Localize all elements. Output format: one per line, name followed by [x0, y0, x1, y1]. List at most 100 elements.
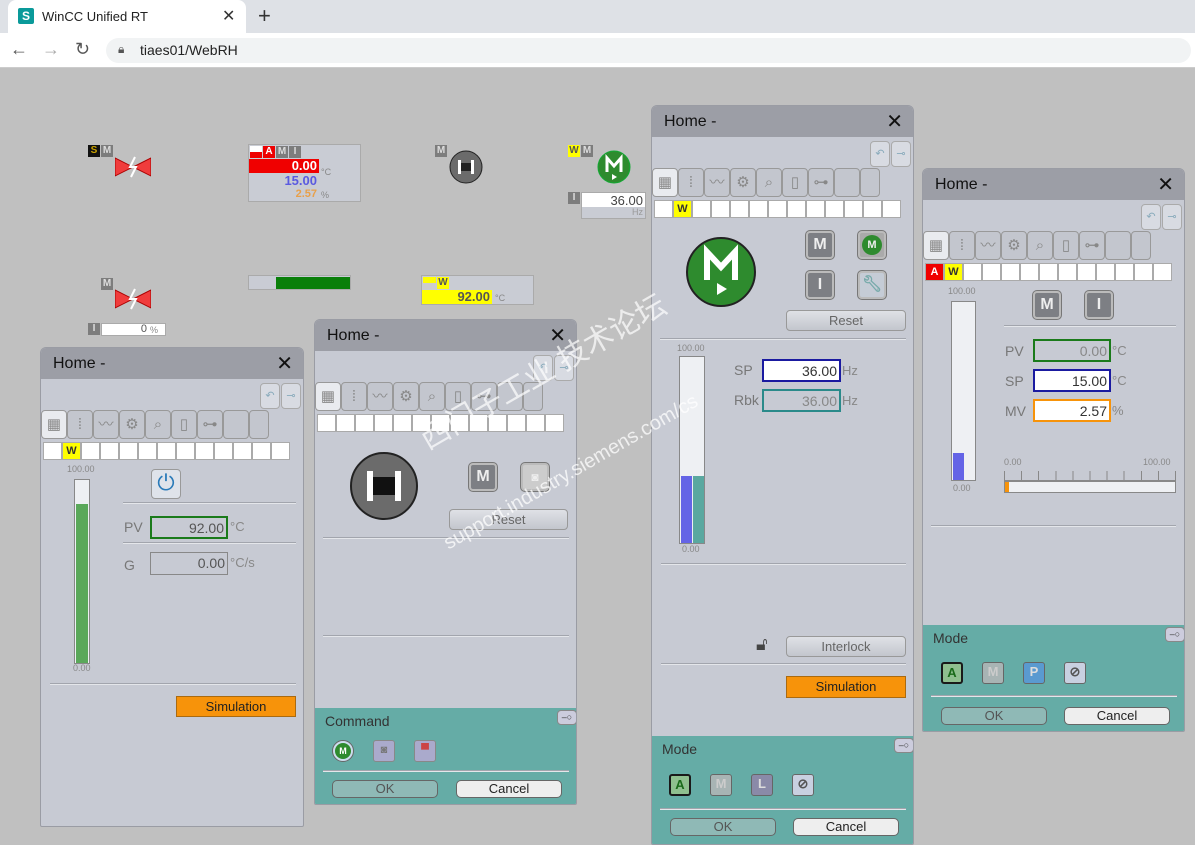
motor-green-icon[interactable] [597, 150, 631, 184]
scale-icon[interactable]: ⁞ [949, 231, 975, 260]
ok-button[interactable]: OK [670, 818, 776, 836]
pin-button[interactable]: ⊸ [891, 141, 911, 167]
back-icon[interactable]: ← [10, 39, 28, 60]
empty-toolbar-button[interactable] [249, 410, 269, 439]
cancel-button[interactable]: Cancel [793, 818, 899, 836]
analog-monitor-object[interactable]: W 92.00 °C [421, 275, 534, 305]
empty-toolbar-button[interactable] [1131, 231, 1151, 260]
auto-mode-button[interactable]: A [941, 662, 963, 684]
hierarchy-icon[interactable]: ⊶ [471, 382, 497, 411]
start-command-icon[interactable]: M [332, 740, 354, 762]
back-button[interactable]: ↶ [533, 355, 553, 381]
page-icon[interactable]: ▯ [171, 410, 197, 439]
empty-toolbar-button[interactable] [523, 382, 543, 411]
gear-icon[interactable]: ⚙ [730, 168, 756, 197]
new-tab-button[interactable]: + [258, 3, 271, 29]
bar-object[interactable] [248, 275, 351, 290]
pin-button[interactable]: ⊸ [1162, 204, 1182, 230]
close-icon[interactable]: ✕ [276, 351, 293, 376]
search-doc-icon[interactable]: ⌕ [145, 410, 171, 439]
close-icon[interactable]: ✕ [549, 323, 566, 348]
cancel-button[interactable]: Cancel [1064, 707, 1170, 725]
pid-controller-object[interactable]: A M I 0.00 °C 15.00 2.57 % [248, 144, 361, 202]
gear-icon[interactable]: ⚙ [1001, 231, 1027, 260]
sp-field[interactable]: 36.00 [762, 359, 841, 382]
ok-button[interactable]: OK [941, 707, 1047, 725]
power-button[interactable]: ⏻ [151, 469, 181, 499]
stop-command-icon[interactable]: ◙ [373, 740, 395, 762]
hierarchy-icon[interactable]: ⊶ [197, 410, 223, 439]
motor-gray-icon[interactable] [449, 150, 483, 184]
back-button[interactable]: ↶ [1141, 204, 1161, 230]
hierarchy-icon[interactable]: ⊶ [808, 168, 834, 197]
reset-button[interactable]: Reset [786, 310, 906, 331]
close-tab-icon[interactable]: ✕ [222, 6, 235, 26]
maintenance-button[interactable]: 🔧︎ [858, 271, 886, 299]
emergency-stop-icon[interactable]: ▀ [414, 740, 436, 762]
close-icon[interactable]: ✕ [1157, 172, 1174, 197]
back-button[interactable]: ↶ [260, 383, 280, 409]
trend-icon[interactable]: 〰 [704, 168, 730, 197]
search-doc-icon[interactable]: ⌕ [1027, 231, 1053, 260]
simulation-button[interactable]: Simulation [786, 676, 906, 698]
sp-field[interactable]: 15.00 [1033, 369, 1111, 392]
gear-icon[interactable]: ⚙ [119, 410, 145, 439]
page-icon[interactable]: ▯ [1053, 231, 1079, 260]
stop-button[interactable]: ◙ [521, 463, 549, 491]
pin-button[interactable]: ⊸ [554, 355, 574, 381]
grid-icon[interactable]: ▦ [923, 231, 949, 260]
close-icon[interactable]: ✕ [886, 109, 903, 134]
collapse-button[interactable]: –○ [894, 738, 913, 753]
mv-field[interactable]: 2.57 [1033, 399, 1111, 422]
simulation-button[interactable]: Simulation [176, 696, 296, 717]
search-doc-icon[interactable]: ⌕ [756, 168, 782, 197]
manual-mode-button[interactable]: M [469, 463, 497, 491]
collapse-button[interactable]: –○ [1165, 627, 1184, 642]
reload-icon[interactable]: ↻ [75, 39, 90, 60]
reset-button[interactable]: Reset [449, 509, 568, 530]
trend-icon[interactable]: 〰 [367, 382, 393, 411]
manual-mode-button[interactable]: M [1033, 291, 1061, 319]
program-mode-option[interactable]: P [1023, 662, 1045, 684]
ok-button[interactable]: OK [332, 780, 438, 798]
bypass-icon[interactable]: ⊘ [792, 774, 814, 796]
empty-toolbar-button[interactable] [860, 168, 880, 197]
forward-icon[interactable]: → [42, 39, 60, 60]
trend-icon[interactable]: 〰 [93, 410, 119, 439]
back-button[interactable]: ↶ [870, 141, 890, 167]
bypass-icon[interactable]: ⊘ [1064, 662, 1086, 684]
cancel-button[interactable]: Cancel [456, 780, 562, 798]
empty-toolbar-button[interactable] [223, 410, 249, 439]
scale-icon[interactable]: ⁞ [67, 410, 93, 439]
url-input[interactable]: tiaes01/WebRH [106, 38, 1191, 63]
search-doc-icon[interactable]: ⌕ [419, 382, 445, 411]
grid-icon[interactable]: ▦ [41, 410, 67, 439]
scale-icon[interactable]: ⁞ [678, 168, 704, 197]
manual-mode-option[interactable]: M [710, 774, 732, 796]
grid-icon[interactable]: ▦ [315, 382, 341, 411]
empty-toolbar-button[interactable] [1105, 231, 1131, 260]
speed-value: 36.00 [582, 193, 645, 208]
local-mode-option[interactable]: L [751, 774, 773, 796]
grid-icon[interactable]: ▦ [652, 168, 678, 197]
pin-button[interactable]: ⊸ [281, 383, 301, 409]
page-icon[interactable]: ▯ [782, 168, 808, 197]
start-button[interactable]: M [858, 231, 886, 259]
empty-toolbar-button[interactable] [834, 168, 860, 197]
interlock-button[interactable]: Interlock [786, 636, 906, 657]
manual-mode-option[interactable]: M [982, 662, 1004, 684]
empty-toolbar-button[interactable] [497, 382, 523, 411]
interlock-mode-button[interactable]: I [1085, 291, 1113, 319]
trend-icon[interactable]: 〰 [975, 231, 1001, 260]
auto-mode-button[interactable]: A [669, 774, 691, 796]
valve-2[interactable] [115, 288, 151, 310]
interlock-mode-button[interactable]: I [806, 271, 834, 299]
browser-tab[interactable]: S WinCC Unified RT ✕ [8, 0, 246, 33]
gear-icon[interactable]: ⚙ [393, 382, 419, 411]
hierarchy-icon[interactable]: ⊶ [1079, 231, 1105, 260]
page-icon[interactable]: ▯ [445, 382, 471, 411]
valve-1[interactable] [115, 156, 151, 178]
collapse-button[interactable]: –○ [557, 710, 576, 725]
scale-icon[interactable]: ⁞ [341, 382, 367, 411]
manual-mode-button[interactable]: M [806, 231, 834, 259]
